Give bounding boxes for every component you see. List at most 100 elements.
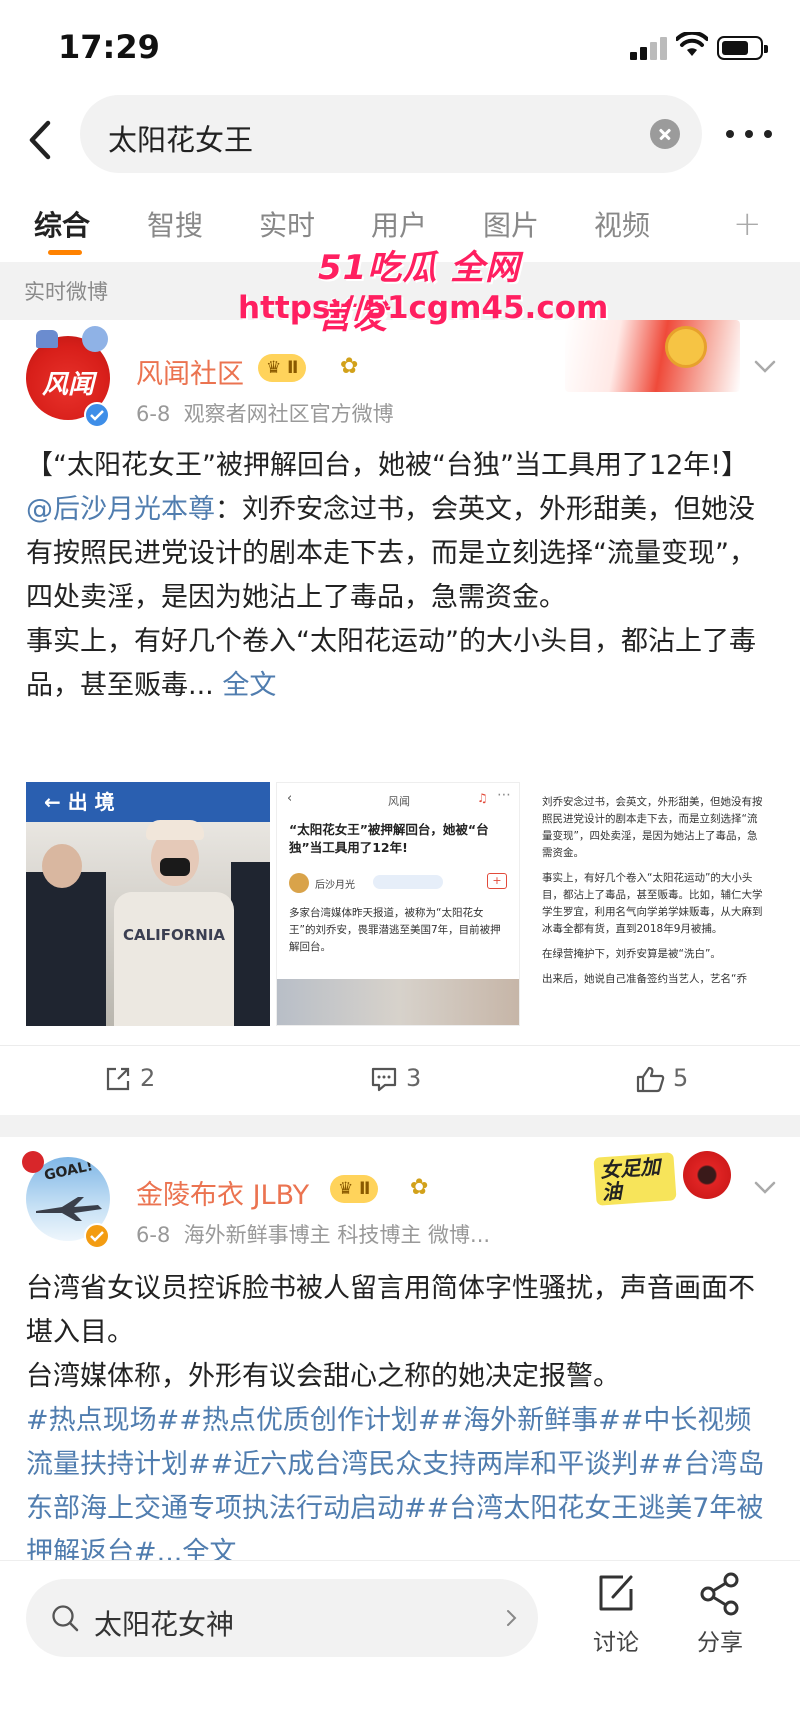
comment-count: 3 [406, 1064, 422, 1092]
verified-icon [84, 1223, 110, 1249]
full-text-link[interactable]: 全文 [222, 670, 276, 701]
post-card: 风闻 风闻社区 ♛ Ⅱ ✿ 6-8 观察者网社区官方微博 【“太阳花女王”被押解… [0, 320, 800, 1115]
author-tag [373, 875, 443, 889]
cheer-decoration: 女足加油 [585, 1151, 735, 1211]
like-count: 5 [673, 1064, 689, 1092]
level-badge: ♛ Ⅱ [330, 1175, 379, 1203]
article-excerpt: 刘乔安念过书，会英文，外形甜美，但她没有按照民进党设计的剧本走下去，而是立刻选择… [542, 794, 766, 988]
post-text-more: 事实上，有好几个卷入“太阳花运动”的大小头目，都沾上了毒品，甚至贩毒... [26, 626, 756, 701]
poppy-decoration [683, 1151, 731, 1199]
airport-sign: ← 出 境 [26, 782, 270, 822]
repost-button[interactable]: 2 [104, 1064, 155, 1093]
officer-figure [231, 862, 270, 1026]
related-search-input[interactable]: 太阳花女神 [26, 1579, 538, 1657]
discuss-label: 讨论 [593, 1630, 639, 1656]
emblem-decoration [665, 326, 707, 368]
add-tab-icon[interactable]: + [733, 204, 762, 244]
post-date: 6-8 [136, 402, 171, 426]
clear-icon[interactable] [650, 119, 680, 149]
like-button[interactable]: 5 [635, 1064, 688, 1093]
search-input[interactable]: 太阳花女王 [80, 95, 702, 173]
post-actions: 2 3 5 [0, 1045, 800, 1125]
avatar-label: GOAL! [42, 1158, 95, 1184]
post-meta: 6-8 观察者网社区官方微博 [136, 398, 394, 428]
avatar-label: 风闻 [41, 370, 94, 400]
tab-users[interactable]: 用户 [371, 204, 427, 244]
verified-icon [84, 402, 110, 428]
hashtag-links[interactable]: #热点现场##热点优质创作计划##海外新鲜事##中长视频流量扶持计划##近六成台… [26, 1405, 765, 1560]
discuss-button[interactable]: 讨论 [576, 1571, 656, 1657]
excerpt-paragraph: 出来后，她说自己准备签约当艺人，艺名“乔 [542, 973, 747, 985]
flag-decoration [565, 320, 740, 392]
chevron-down-icon[interactable] [754, 1181, 776, 1195]
post-meta: 6-8 海外新鲜事博主 科技博主 微博... [136, 1219, 490, 1249]
back-icon[interactable] [20, 115, 60, 165]
active-tab-indicator [48, 250, 82, 255]
article-author: 后沙月光 [315, 880, 355, 891]
avatar-mascot-decoration [82, 326, 108, 352]
share-icon [700, 1572, 739, 1616]
comment-icon [371, 1067, 397, 1092]
article-body: 多家台湾媒体昨天报道，被称为“太阳花女王”的刘乔安，畏罪潜逃至美国7年，目前被押… [289, 907, 501, 953]
share-button[interactable]: 分享 [680, 1571, 760, 1657]
share-label: 分享 [697, 1630, 743, 1656]
cheer-text: 女足加油 [593, 1152, 677, 1206]
jet-icon [36, 1197, 102, 1221]
level-number: Ⅱ [359, 1179, 371, 1199]
officer-figure [26, 872, 106, 1026]
tab-images[interactable]: 图片 [483, 204, 539, 244]
more-icon[interactable] [726, 125, 776, 145]
post-text-line: 台湾省女议员控诉脸书被人留言用简体字性骚扰，声音画面不堪入目。 [26, 1273, 755, 1348]
search-icon [52, 1605, 79, 1632]
level-number: Ⅱ [287, 358, 299, 378]
tab-smart-search[interactable]: 智搜 [147, 204, 203, 244]
mention-link[interactable]: @后沙月光本尊 [26, 494, 215, 525]
post-content: 【“太阳花女王”被押解回台，她被“台独”当工具用了12年!】@后沙月光本尊：刘乔… [26, 444, 774, 708]
wifi-icon [676, 32, 708, 56]
full-text-link[interactable]: ...全文 [157, 1537, 237, 1560]
status-bar: 17:29 [0, 0, 800, 95]
edit-icon [599, 1575, 633, 1611]
section-label: 实时微博 [24, 280, 108, 304]
related-search-text: 太阳花女神 [94, 1608, 235, 1641]
search-query: 太阳花女王 [108, 123, 254, 157]
post-card: GOAL! 金陵布衣 JLBY ♛ Ⅱ ✿ 6-8 海外新鲜事博主 科技博主 微… [0, 1137, 800, 1560]
post-image-photo[interactable]: ← 出 境 CALIFORNIA [26, 782, 270, 1026]
post-date: 6-8 [136, 1223, 171, 1247]
battery-icon [717, 36, 768, 60]
tab-comprehensive[interactable]: 综合 [34, 204, 90, 244]
person-figure: CALIFORNIA [114, 892, 234, 1026]
post-image-text[interactable]: 刘乔安念过书，会英文，外形甜美，但她没有按照民进党设计的剧本走下去，而是立刻选择… [526, 782, 774, 1026]
excerpt-paragraph: 在绿营掩护下，刘乔安算是被“洗白”。 [542, 948, 721, 960]
post-content: 台湾省女议员控诉脸书被人留言用简体字性骚扰，声音画面不堪入目。 台湾媒体称，外形… [26, 1267, 774, 1560]
article-title: “太阳花女王”被押解回台，她被“台独”当工具用了12年! [289, 822, 489, 855]
user-name[interactable]: 风闻社区 [136, 352, 244, 391]
author-avatar [289, 873, 309, 893]
bottom-bar: 太阳花女神 讨论 分享 [0, 1560, 800, 1731]
tab-realtime[interactable]: 实时 [259, 204, 315, 244]
person-head [42, 844, 82, 888]
headphone-icon: ♫ [477, 791, 488, 805]
repost-count: 2 [140, 1064, 156, 1092]
excerpt-paragraph: 事实上，有好几个卷入“太阳花运动”的大小头目，都沾上了毒品，甚至贩毒。比如，辅仁… [542, 872, 763, 935]
post-text-line: 台湾媒体称，外形有议会甜心之称的她决定报警。 [26, 1361, 620, 1392]
comment-button[interactable]: 3 [370, 1064, 421, 1093]
chevron-down-icon[interactable] [754, 360, 776, 374]
user-name[interactable]: 金陵布衣 JLBY [136, 1173, 309, 1212]
repost-icon [106, 1067, 130, 1091]
post-source: 海外新鲜事博主 科技博主 微博... [183, 1223, 491, 1247]
more-icon: ⋯ [497, 787, 511, 803]
avatar-hat-decoration [36, 330, 58, 348]
like-icon [636, 1066, 665, 1093]
tab-videos[interactable]: 视频 [594, 204, 650, 244]
watermark: 51吃瓜 全网首发 https://51cgm45.com [228, 240, 608, 337]
flower-decoration [22, 1151, 44, 1173]
sunflower-icon: ✿ [410, 1175, 429, 1200]
post-source: 观察者网社区官方微博 [183, 402, 394, 426]
shirt-text: CALIFORNIA [122, 926, 226, 944]
status-time: 17:29 [58, 28, 160, 66]
post-image-article[interactable]: ‹ 风闻 ♫ ⋯ “太阳花女王”被押解回台，她被“台独”当工具用了12年! 后沙… [276, 782, 520, 1026]
excerpt-paragraph: 刘乔安念过书，会英文，外形甜美，但她没有按照民进党设计的剧本走下去，而是立刻选择… [542, 796, 763, 859]
cap [146, 820, 204, 840]
signal-icon [630, 36, 667, 60]
